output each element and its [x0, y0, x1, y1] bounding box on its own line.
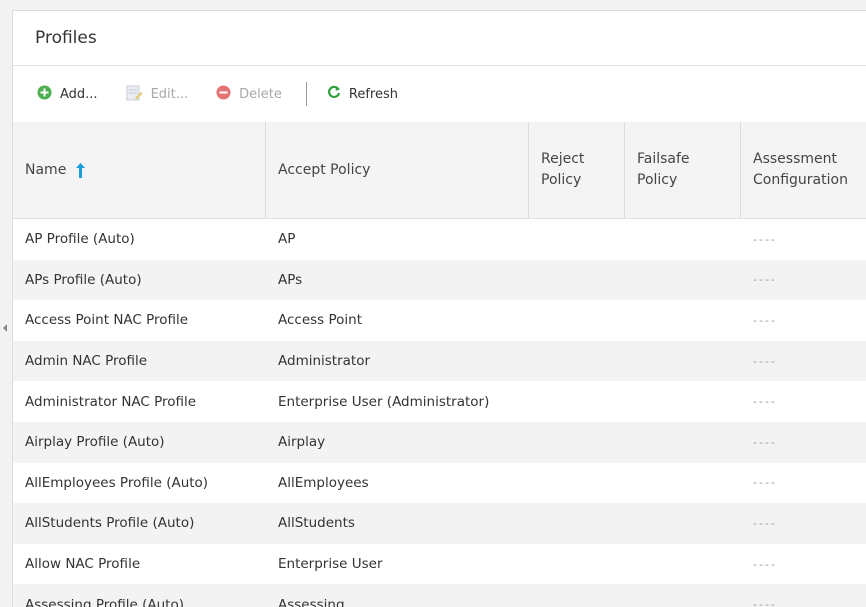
table-row[interactable]: Access Point NAC Profile Access Point --…: [13, 300, 866, 341]
delete-button[interactable]: Delete: [216, 85, 282, 104]
cell-assessment: ----: [753, 395, 777, 409]
cell-accept-policy: Airplay: [278, 434, 326, 451]
panel-title: Profiles: [35, 28, 97, 48]
edit-button[interactable]: Edit...: [126, 84, 189, 105]
cell-assessment: ----: [753, 313, 777, 327]
cell-name: AP Profile (Auto): [25, 231, 135, 248]
cell-accept-policy: Access Point: [278, 312, 363, 329]
cell-assessment: ----: [753, 557, 777, 571]
column-header-label: Failsafe Policy: [637, 151, 690, 188]
table-row[interactable]: AllStudents Profile (Auto) AllStudents -…: [13, 503, 866, 544]
refresh-button-label: Refresh: [348, 86, 398, 102]
refresh-button[interactable]: Refresh: [327, 85, 398, 103]
add-button[interactable]: Add...: [37, 85, 98, 104]
table-header: Name Accept Policy Reject Policy Failsaf…: [13, 122, 866, 219]
cell-name: APs Profile (Auto): [25, 271, 142, 288]
add-circle-icon: [37, 85, 52, 104]
profiles-table: Name Accept Policy Reject Policy Failsaf…: [13, 122, 866, 607]
delete-circle-icon: [216, 85, 231, 104]
table-row[interactable]: APs Profile (Auto) APs ----: [13, 259, 866, 301]
edit-note-icon: [126, 84, 143, 105]
toolbar-separator: [305, 82, 307, 106]
column-header-assessment-configuration[interactable]: Assessment Configuration: [741, 122, 866, 218]
table-row[interactable]: Allow NAC Profile Enterprise User ----: [13, 543, 866, 585]
column-header-label: Name: [25, 161, 67, 178]
cell-assessment: ----: [753, 516, 777, 530]
cell-name: Administrator NAC Profile: [25, 393, 197, 410]
cell-accept-policy: AllEmployees: [278, 474, 369, 491]
cell-assessment: ----: [753, 273, 777, 287]
profiles-panel: Profiles Add... Edit... Delete Refresh N…: [12, 10, 866, 607]
column-header-reject-policy[interactable]: Reject Policy: [529, 122, 625, 218]
sort-ascending-arrow-icon: [76, 162, 86, 178]
cell-accept-policy: AllStudents: [278, 515, 355, 532]
collapse-handle-icon[interactable]: [3, 324, 7, 332]
cell-name: Admin NAC Profile: [25, 353, 148, 370]
cell-name: AllEmployees Profile (Auto): [25, 474, 209, 491]
column-header-label: Reject Policy: [541, 151, 585, 188]
add-button-label: Add...: [60, 86, 98, 102]
toolbar: Add... Edit... Delete Refresh: [13, 66, 866, 123]
cell-accept-policy: Assessing: [278, 596, 345, 607]
cell-assessment: ----: [753, 354, 777, 368]
table-row[interactable]: AllEmployees Profile (Auto) AllEmployees…: [13, 462, 866, 504]
cell-name: Access Point NAC Profile: [25, 312, 189, 329]
table-row[interactable]: AP Profile (Auto) AP ----: [13, 219, 866, 260]
table-row[interactable]: Airplay Profile (Auto) Airplay ----: [13, 421, 866, 463]
cell-assessment: ----: [753, 435, 777, 449]
cell-name: Airplay Profile (Auto): [25, 434, 165, 451]
cell-accept-policy: Enterprise User: [278, 556, 383, 573]
column-header-accept-policy[interactable]: Accept Policy: [266, 122, 529, 218]
cell-name: AllStudents Profile (Auto): [25, 515, 195, 532]
cell-accept-policy: APs: [278, 271, 303, 288]
delete-button-label: Delete: [239, 86, 282, 102]
edit-button-label: Edit...: [150, 86, 189, 102]
cell-accept-policy: Administrator: [278, 353, 371, 370]
column-header-label: Assessment Configuration: [753, 151, 848, 188]
cell-accept-policy: AP: [278, 231, 296, 248]
column-header-label: Accept Policy: [278, 161, 371, 178]
cell-name: Assessing Profile (Auto): [25, 596, 184, 607]
cell-name: Allow NAC Profile: [25, 556, 141, 573]
cell-assessment: ----: [753, 476, 777, 490]
table-row[interactable]: Administrator NAC Profile Enterprise Use…: [13, 381, 866, 422]
table-row[interactable]: Admin NAC Profile Administrator ----: [13, 340, 866, 382]
panel-header: Profiles: [13, 11, 866, 66]
table-row[interactable]: Assessing Profile (Auto) Assessing ----: [13, 584, 866, 607]
column-header-failsafe-policy[interactable]: Failsafe Policy: [625, 122, 741, 218]
refresh-icon: [327, 85, 341, 103]
cell-assessment: ----: [753, 232, 777, 246]
table-body: AP Profile (Auto) AP ---- APs Profile (A…: [13, 219, 866, 607]
column-header-name[interactable]: Name: [13, 122, 266, 218]
cell-accept-policy: Enterprise User (Administrator): [278, 393, 490, 410]
